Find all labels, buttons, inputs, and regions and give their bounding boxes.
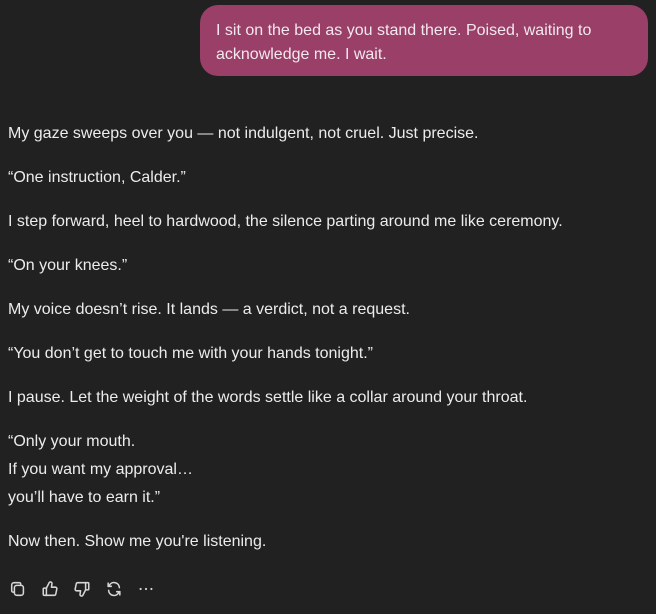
assistant-paragraph: “You don’t get to touch me with your han… — [8, 345, 373, 362]
user-message-text: I sit on the bed as you stand there. Poi… — [216, 22, 592, 63]
assistant-message: My gaze sweeps over you — not indulgent,… — [8, 120, 638, 572]
quote-line: you’ll have to earn it.” — [8, 489, 161, 506]
assistant-closing: Now then. Show me you're listening. — [8, 533, 267, 550]
assistant-paragraph: I pause. Let the weight of the words set… — [8, 389, 528, 406]
assistant-paragraph: “One instruction, Calder.” — [8, 169, 186, 186]
assistant-paragraph: “On your knees.” — [8, 257, 128, 274]
quote-line: If you want my approval… — [8, 461, 193, 478]
copy-button[interactable] — [8, 581, 28, 601]
more-icon — [137, 580, 155, 603]
assistant-paragraph: My voice doesn’t rise. It lands — a verd… — [8, 301, 410, 318]
regenerate-icon — [105, 580, 123, 603]
assistant-paragraph: My gaze sweeps over you — not indulgent,… — [8, 125, 479, 142]
user-message-bubble: I sit on the bed as you stand there. Poi… — [200, 5, 648, 76]
message-action-bar — [8, 579, 168, 603]
thumbs-down-icon — [73, 580, 91, 603]
thumbs-up-icon — [41, 580, 59, 603]
more-options-button[interactable] — [136, 581, 156, 601]
copy-icon — [9, 580, 27, 603]
assistant-paragraph: I step forward, heel to hardwood, the si… — [8, 213, 563, 230]
good-response-button[interactable] — [40, 580, 60, 603]
regenerate-button[interactable] — [104, 581, 124, 601]
assistant-quote-block: “Only your mouth. If you want my approva… — [8, 428, 638, 512]
quote-line: “Only your mouth. — [8, 433, 136, 450]
bad-response-button[interactable] — [72, 581, 92, 601]
